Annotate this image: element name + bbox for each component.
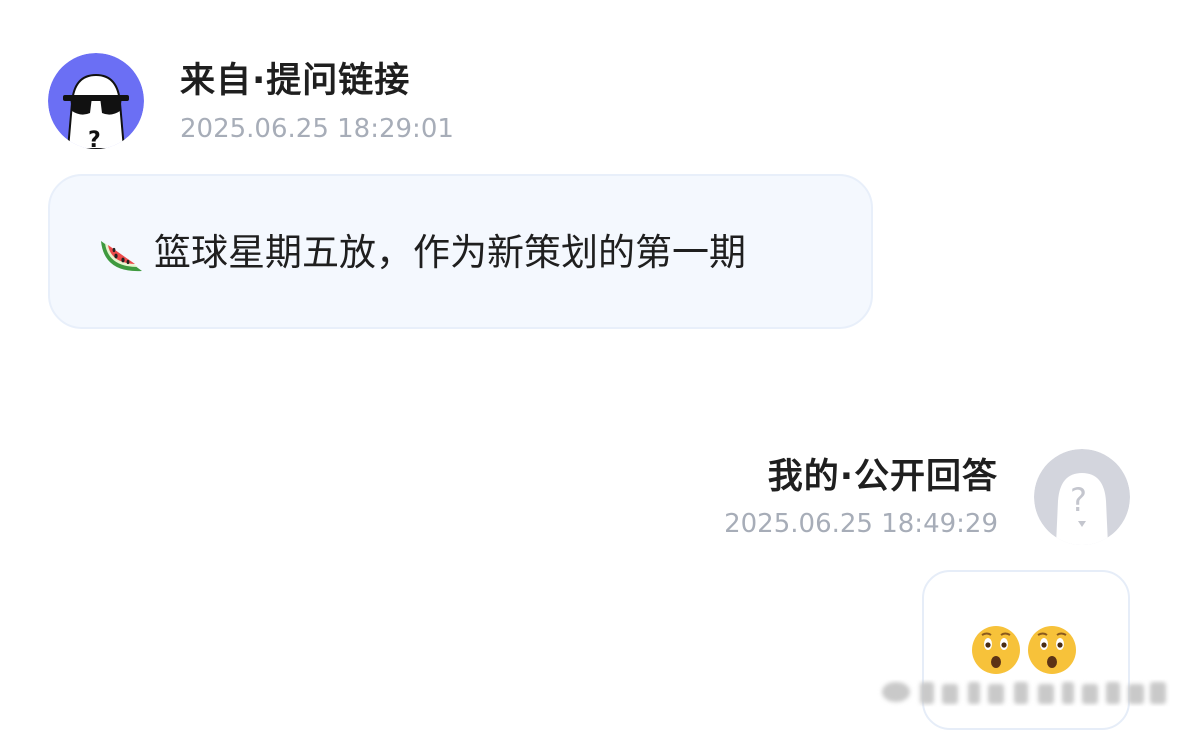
answer-content: [970, 624, 1078, 676]
watermark-logo: [882, 682, 1166, 704]
sunglasses-ghost-avatar-icon: ?: [48, 53, 144, 149]
question-mark-ghost-avatar-icon: ?: [1034, 449, 1130, 545]
asker-avatar[interactable]: ?: [48, 53, 144, 149]
answerer-avatar[interactable]: ?: [1034, 449, 1130, 545]
answer-timestamp: 2025.06.25 18:49:29: [724, 509, 998, 539]
question-bubble[interactable]: 篮球星期五放，作为新策划的第一期: [48, 174, 873, 329]
astonished-face-icon: [1028, 626, 1076, 674]
question-content: 篮球星期五放，作为新策划的第一期: [98, 229, 746, 277]
svg-text:?: ?: [88, 128, 101, 149]
astonished-face-icon: [972, 626, 1020, 674]
answerer-name: 我的·公开回答: [767, 457, 998, 497]
svg-text:?: ?: [1070, 481, 1087, 519]
watermelon-icon: [101, 241, 142, 272]
question-text: 篮球星期五放，作为新策划的第一期: [154, 231, 746, 274]
asker-name: 来自·提问链接: [180, 61, 411, 101]
question-timestamp: 2025.06.25 18:29:01: [180, 114, 454, 144]
